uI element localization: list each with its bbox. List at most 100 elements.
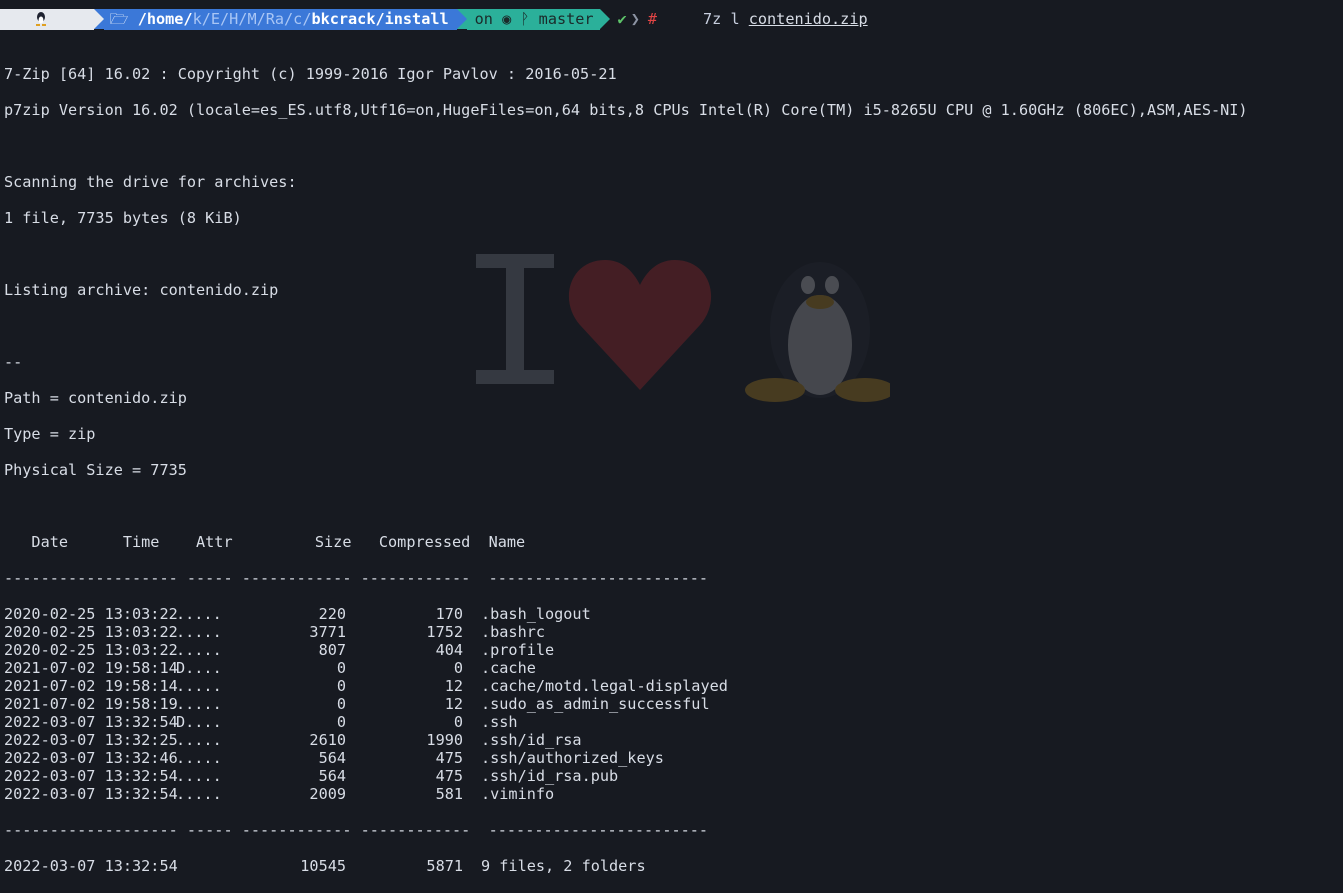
prompt-separator xyxy=(599,9,610,29)
table-column-header: Date Time Attr Size Compressed Name xyxy=(4,533,526,551)
file-name: .bashrc xyxy=(481,623,546,641)
file-size: 0 xyxy=(336,659,346,677)
git-on-label: on xyxy=(474,10,493,28)
file-compressed: 12 xyxy=(444,695,463,713)
output-dashes: -- xyxy=(4,353,23,371)
file-name: .cache/motd.legal-displayed xyxy=(481,677,728,695)
file-size: 564 xyxy=(318,749,346,767)
output-scan-line: 1 file, 7735 bytes (8 KiB) xyxy=(4,209,242,227)
file-attr: ..... xyxy=(176,623,222,641)
table-total-row: 2022-03-07 13:32:54 10545 5871 9 files, 2 f… xyxy=(4,857,1248,875)
git-branch-icon: ᚹ xyxy=(520,10,530,28)
archive-type: Type = zip xyxy=(4,425,96,443)
file-attr: ..... xyxy=(176,731,222,749)
output-header-line: 7-Zip [64] 16.02 : Copyright (c) 1999-20… xyxy=(4,65,617,83)
table-row: 2022-03-07 13:32:54D.... 0 0 .ssh xyxy=(4,713,1248,731)
file-date: 2021-07-02 19:58:19 xyxy=(4,695,178,713)
table-separator: ------------------- ----- ------------ -… xyxy=(4,821,709,839)
table-row: 2020-02-25 13:03:22..... 3771 1752 .bashrc xyxy=(4,623,1248,641)
file-date: 2022-03-07 13:32:54 xyxy=(4,713,178,731)
prompt-git-segment: on ◉ ᚹ master xyxy=(466,9,600,30)
file-date: 2021-07-02 19:58:14 xyxy=(4,659,178,677)
table-row: 2022-03-07 13:32:54..... 564 475 .ssh/id_rs… xyxy=(4,767,1248,785)
shell-prompt: A 🗁 /home/k/E/H/M/Ra/c/bkcrack/install o… xyxy=(0,9,868,30)
table-separator: ------------------- ----- ------------ -… xyxy=(4,569,709,587)
file-table-rows: 2020-02-25 13:03:22..... 220 170 .bash_logo… xyxy=(4,605,1248,803)
file-attr: ..... xyxy=(176,677,222,695)
linux-tux-icon xyxy=(36,12,46,26)
output-header-line: p7zip Version 16.02 (locale=es_ES.utf8,U… xyxy=(4,101,1248,119)
total-size: 10545 xyxy=(300,857,346,875)
file-name: .viminfo xyxy=(481,785,555,803)
file-size: 564 xyxy=(318,767,346,785)
command-arg-file[interactable]: contenido.zip xyxy=(749,10,868,28)
table-row: 2020-02-25 13:03:22..... 807 404 .profile xyxy=(4,641,1248,659)
file-attr: ..... xyxy=(176,605,222,623)
output-listing-line: Listing archive: contenido.zip xyxy=(4,281,279,299)
file-size: 220 xyxy=(318,605,346,623)
file-compressed: 475 xyxy=(435,749,463,767)
file-date: 2021-07-02 19:58:14 xyxy=(4,677,178,695)
total-date: 2022-03-07 13:32:54 xyxy=(4,857,178,875)
chevron-right-icon: ❯ xyxy=(630,10,640,28)
table-row: 2022-03-07 13:32:54..... 2009 581 .viminfo xyxy=(4,785,1248,803)
file-name: .ssh/id_rsa xyxy=(481,731,582,749)
dir-home: /home/ xyxy=(137,10,193,28)
file-size: 3771 xyxy=(309,623,346,641)
table-row: 2021-07-02 19:58:14D.... 0 0 .cache xyxy=(4,659,1248,677)
total-compressed: 5871 xyxy=(426,857,463,875)
file-compressed: 404 xyxy=(435,641,463,659)
total-summary: 9 files, 2 folders xyxy=(481,857,646,875)
file-compressed: 12 xyxy=(444,677,463,695)
folder-icon: 🗁 xyxy=(109,10,138,28)
file-date: 2022-03-07 13:32:25 xyxy=(4,731,178,749)
file-name: .ssh/authorized_keys xyxy=(481,749,664,767)
file-size: 807 xyxy=(318,641,346,659)
table-row: 2020-02-25 13:03:22..... 220 170 .bash_logo… xyxy=(4,605,1248,623)
file-date: 2022-03-07 13:32:54 xyxy=(4,785,178,803)
prompt-separator xyxy=(93,9,104,29)
file-date: 2020-02-25 13:03:22 xyxy=(4,623,178,641)
file-attr: ..... xyxy=(176,785,222,803)
table-row: 2021-07-02 19:58:19..... 0 12 .sudo_as_admi… xyxy=(4,695,1248,713)
table-row: 2021-07-02 19:58:14..... 0 12 .cache/motd.l… xyxy=(4,677,1248,695)
file-size: 0 xyxy=(336,677,346,695)
archive-physical-size: Physical Size = 7735 xyxy=(4,461,187,479)
file-attr: D.... xyxy=(176,659,222,677)
file-name: .ssh xyxy=(481,713,518,731)
file-compressed: 0 xyxy=(453,713,463,731)
file-size: 0 xyxy=(336,713,346,731)
file-size: 2610 xyxy=(309,731,346,749)
file-attr: ..... xyxy=(176,767,222,785)
file-compressed: 475 xyxy=(435,767,463,785)
file-size: 0 xyxy=(336,695,346,713)
command-bin: 7z l xyxy=(703,10,740,28)
file-date: 2022-03-07 13:32:54 xyxy=(4,767,178,785)
github-icon: ◉ xyxy=(502,10,512,28)
file-name: .cache xyxy=(481,659,536,677)
command-line[interactable]: 7z l contenido.zip xyxy=(703,9,868,30)
file-date: 2020-02-25 13:03:22 xyxy=(4,605,178,623)
file-attr: D.... xyxy=(176,713,222,731)
file-name: .sudo_as_admin_successful xyxy=(481,695,710,713)
prompt-separator xyxy=(456,9,467,29)
table-row: 2022-03-07 13:32:46..... 564 475 .ssh/autho… xyxy=(4,749,1248,767)
git-branch: master xyxy=(538,10,594,28)
file-date: 2020-02-25 13:03:22 xyxy=(4,641,178,659)
table-row: 2022-03-07 13:32:25..... 2610 1990 .ssh/id_… xyxy=(4,731,1248,749)
file-compressed: 1990 xyxy=(426,731,463,749)
file-size: 2009 xyxy=(309,785,346,803)
file-name: .bash_logout xyxy=(481,605,591,623)
file-attr: ..... xyxy=(176,749,222,767)
file-attr: ..... xyxy=(176,641,222,659)
root-hash: # xyxy=(647,10,658,28)
terminal-output: 7-Zip [64] 16.02 : Copyright (c) 1999-20… xyxy=(4,47,1248,893)
archive-path: Path = contenido.zip xyxy=(4,389,187,407)
file-name: .profile xyxy=(481,641,555,659)
file-name: .ssh/id_rsa.pub xyxy=(481,767,619,785)
output-scan-line: Scanning the drive for archives: xyxy=(4,173,297,191)
